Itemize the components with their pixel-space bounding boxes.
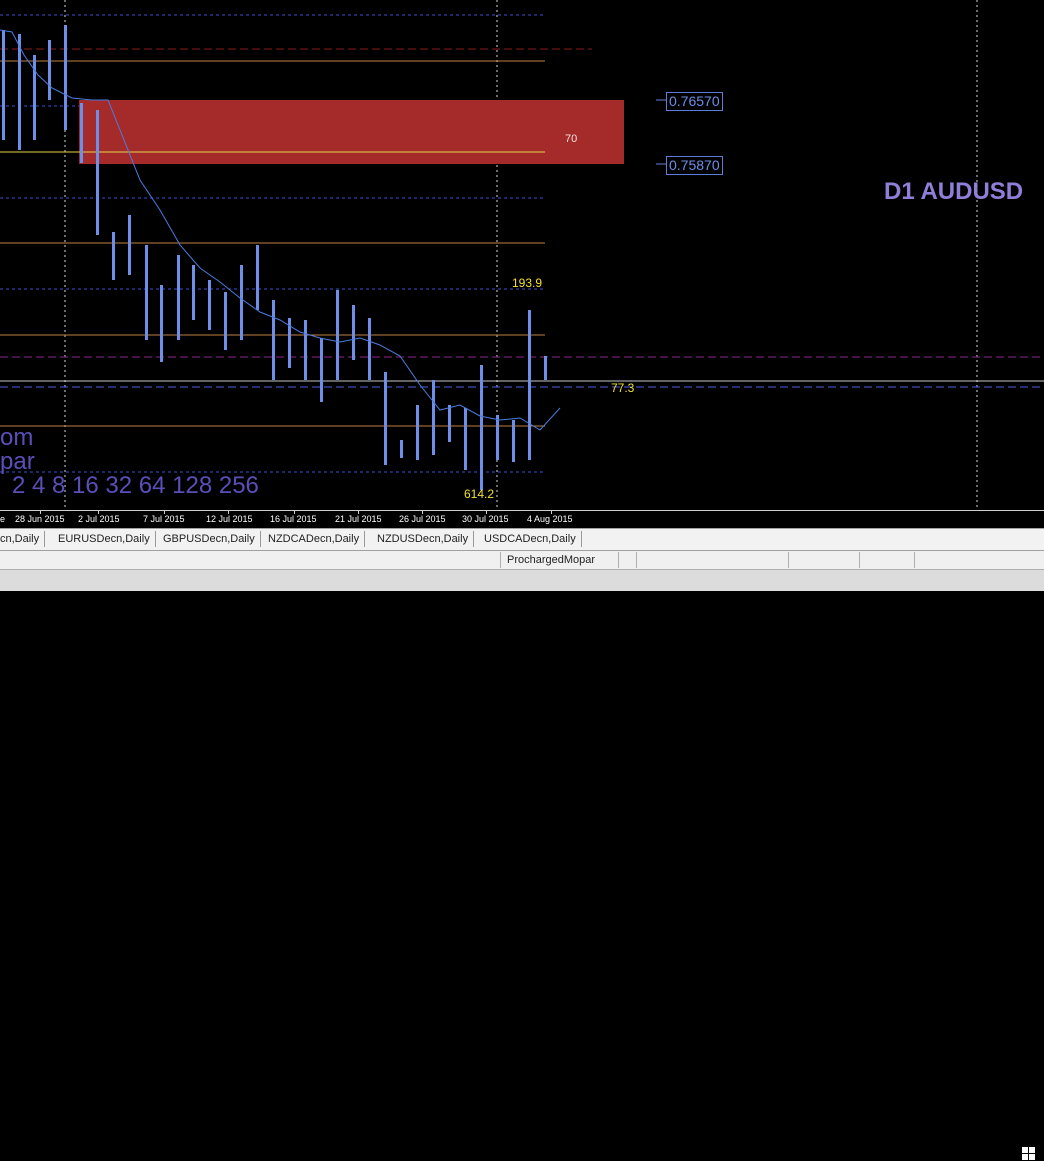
candle-bar [480,365,483,490]
candle-bar [128,215,131,275]
candle-bar [368,318,371,380]
time-axis-label: 2 Jul 2015 [78,514,120,524]
tab-chart-nzdcad[interactable]: NZDCADecn,Daily [263,531,366,547]
candle-bar [80,103,83,163]
tab-chart-eurusd[interactable]: EURUSDecn,Daily [53,531,156,547]
watermark-line-1: om [0,424,34,451]
time-axis-label: 4 Aug 2015 [527,514,573,524]
tab-chart-nzdusd[interactable]: NZDUSDecn,Daily [372,531,475,547]
candle-bar [336,290,339,380]
time-axis-label: 7 Jul 2015 [143,514,185,524]
taskbar [0,570,1044,1160]
tab-chart-audusd[interactable]: cn,Daily [0,531,46,547]
candle-bar [224,292,227,350]
candle-bar [18,34,21,150]
annotation-low: 614.2 [464,487,495,501]
status-profile: ProchargedMopar [500,552,617,568]
candle-bar [464,408,467,470]
candle-bar [352,305,355,360]
candle-bar [192,265,195,320]
candle-bar [512,420,515,462]
tab-chart-usdcad[interactable]: USDCADecn,Daily [479,531,582,547]
chart-canvas[interactable] [0,0,1044,510]
candle-bar [496,415,499,460]
candle-bar [256,245,259,310]
time-axis-label: 28 Jun 2015 [15,514,65,524]
status-cell [618,552,637,568]
status-cell [788,552,857,568]
candle-bar [208,280,211,330]
candle-bar [96,110,99,235]
candle-bar [400,440,403,458]
candle-bar [2,30,5,140]
time-axis-label: 30 Jul 2015 [462,514,509,524]
candle-bar [177,255,180,340]
price-chart[interactable]: 70 0.76570 0.75870 D1 AUDUSD 193.9 77.3 … [0,0,1044,510]
windows-start-icon[interactable] [1022,1147,1036,1161]
chart-symbol-title: D1 AUDUSD [884,178,1024,205]
time-axis-label: 16 Jul 2015 [270,514,317,524]
candle-bar [304,320,307,380]
candle-bar [240,265,243,340]
candle-bar [48,40,51,100]
watermark-line-2: par [0,448,35,475]
status-cell [859,552,912,568]
candle-bar [145,245,148,340]
chart-tabs-bar: cn,Daily EURUSDecn,Daily GBPUSDecn,Daily… [0,528,1044,551]
time-axis-label: 26 Jul 2015 [399,514,446,524]
candle-bar [416,405,419,460]
annotation-high: 193.9 [512,276,543,290]
time-axis: e 28 Jun 2015 2 Jul 2015 7 Jul 2015 12 J… [0,510,1044,529]
candle-bar [272,300,275,380]
price-label-upper: 0.76570 [666,92,723,111]
candle-bar [384,372,387,465]
price-label-lower: 0.75870 [666,156,723,175]
candle-bar [112,232,115,280]
status-cell [914,552,951,568]
zone-label: 70 [565,133,578,145]
candle-bar [320,338,323,402]
status-bar: ProchargedMopar [0,551,1044,570]
supply-zone [79,100,624,164]
time-axis-label: 12 Jul 2015 [206,514,253,524]
candle-bar [64,25,67,130]
candle-bar [544,356,547,380]
annotation-mid: 77.3 [611,381,635,395]
watermark-line-3: 2 4 8 16 32 64 128 256 [12,472,259,499]
time-axis-label: 21 Jul 2015 [335,514,382,524]
moving-average-line [0,29,561,431]
status-cell [636,552,789,568]
candle-bar [528,310,531,460]
candle-bar [160,285,163,362]
tab-chart-gbpusd[interactable]: GBPUSDecn,Daily [158,531,261,547]
candle-bar [448,405,451,442]
candle-bar [432,380,435,455]
